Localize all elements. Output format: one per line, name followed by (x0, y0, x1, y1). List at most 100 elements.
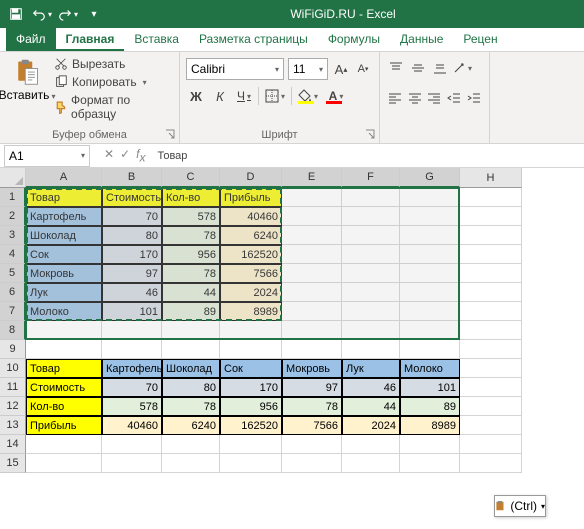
qat-customize-icon[interactable]: ▾ (82, 2, 106, 26)
cell[interactable] (102, 454, 162, 473)
increase-font-icon[interactable]: A▴ (332, 58, 350, 80)
undo-icon[interactable]: ▾ (30, 2, 54, 26)
align-top-icon[interactable] (386, 58, 406, 78)
cell[interactable]: 101 (102, 302, 162, 321)
cell[interactable] (102, 321, 162, 340)
cell[interactable]: 70 (102, 378, 162, 397)
cell[interactable] (460, 188, 522, 207)
copy-button[interactable]: Копировать▾ (52, 74, 173, 90)
cell[interactable] (460, 454, 522, 473)
cell[interactable] (162, 435, 220, 454)
cell[interactable] (282, 188, 342, 207)
cell[interactable] (102, 435, 162, 454)
cell[interactable] (282, 283, 342, 302)
fill-color-button[interactable]: ▾ (296, 86, 320, 106)
cell[interactable] (102, 340, 162, 359)
cell[interactable] (460, 207, 522, 226)
cell[interactable] (342, 264, 400, 283)
cut-button[interactable]: Вырезать (52, 56, 173, 72)
row-header[interactable]: 1 (0, 188, 26, 207)
align-right-icon[interactable] (426, 88, 444, 108)
decrease-indent-icon[interactable] (445, 88, 463, 108)
cell[interactable] (162, 454, 220, 473)
cell[interactable]: Шоколад (162, 359, 220, 378)
row-header[interactable]: 11 (0, 378, 26, 397)
cell[interactable] (282, 264, 342, 283)
cell[interactable]: Молоко (400, 359, 460, 378)
italic-button[interactable]: К (210, 86, 230, 106)
font-color-button[interactable]: A▾ (324, 86, 348, 106)
cells[interactable]: ТоварСтоимостьКол-воПрибыльКартофель7057… (26, 188, 522, 473)
tab-file[interactable]: Файл (6, 28, 56, 51)
col-header[interactable]: B (102, 168, 162, 188)
save-icon[interactable] (4, 2, 28, 26)
cell[interactable]: Шоколад (26, 226, 102, 245)
cell[interactable] (400, 188, 460, 207)
worksheet-grid[interactable]: ABCDEFGH 123456789101112131415 ТоварСтои… (0, 168, 584, 529)
cell[interactable] (282, 435, 342, 454)
cell[interactable] (220, 435, 282, 454)
cell[interactable]: 89 (400, 397, 460, 416)
cell[interactable]: 7566 (282, 416, 342, 435)
format-painter-button[interactable]: Формат по образцу (52, 92, 173, 122)
align-left-icon[interactable] (386, 88, 404, 108)
col-header[interactable]: H (460, 168, 522, 188)
cell[interactable]: Лук (342, 359, 400, 378)
cell[interactable] (400, 302, 460, 321)
cell[interactable] (26, 454, 102, 473)
cell[interactable] (460, 245, 522, 264)
cell[interactable] (460, 416, 522, 435)
row-header[interactable]: 8 (0, 321, 26, 340)
cell[interactable] (342, 340, 400, 359)
cell[interactable]: 8989 (400, 416, 460, 435)
cell[interactable] (460, 340, 522, 359)
select-all-button[interactable] (0, 168, 26, 188)
cell[interactable]: 70 (102, 207, 162, 226)
cell[interactable]: 170 (102, 245, 162, 264)
name-box[interactable]: A1▾ (4, 145, 90, 167)
cell[interactable]: Картофель (102, 359, 162, 378)
row-header[interactable]: 12 (0, 397, 26, 416)
cell[interactable] (342, 245, 400, 264)
cell[interactable] (342, 283, 400, 302)
row-header[interactable]: 14 (0, 435, 26, 454)
cell[interactable]: 80 (102, 226, 162, 245)
cell[interactable]: Мокровь (26, 264, 102, 283)
cell[interactable] (26, 321, 102, 340)
row-header[interactable]: 13 (0, 416, 26, 435)
cancel-icon[interactable]: ✕ (104, 147, 114, 164)
cell[interactable]: Стоимость (102, 188, 162, 207)
row-headers[interactable]: 123456789101112131415 (0, 188, 26, 473)
cell[interactable] (26, 340, 102, 359)
cell[interactable] (400, 226, 460, 245)
cell[interactable] (460, 397, 522, 416)
cell[interactable] (342, 302, 400, 321)
cell[interactable] (342, 435, 400, 454)
cell[interactable]: 170 (220, 378, 282, 397)
cell[interactable] (400, 264, 460, 283)
cell[interactable]: 40460 (220, 207, 282, 226)
cell[interactable]: 162520 (220, 416, 282, 435)
cell[interactable] (460, 264, 522, 283)
cell[interactable]: 44 (162, 283, 220, 302)
cell[interactable]: 2024 (220, 283, 282, 302)
cell[interactable]: 7566 (220, 264, 282, 283)
col-header[interactable]: G (400, 168, 460, 188)
cell[interactable] (282, 454, 342, 473)
tab-review[interactable]: Рецен (453, 28, 507, 51)
redo-icon[interactable]: ▾ (56, 2, 80, 26)
col-header[interactable]: E (282, 168, 342, 188)
cell[interactable] (460, 283, 522, 302)
cell[interactable]: 956 (220, 397, 282, 416)
decrease-font-icon[interactable]: A▾ (354, 58, 372, 80)
row-header[interactable]: 10 (0, 359, 26, 378)
cell[interactable]: Кол-во (162, 188, 220, 207)
tab-data[interactable]: Данные (390, 28, 453, 51)
enter-icon[interactable]: ✓ (120, 147, 130, 164)
cell[interactable]: 97 (282, 378, 342, 397)
cell[interactable]: 78 (282, 397, 342, 416)
cell[interactable] (400, 321, 460, 340)
cell[interactable] (162, 340, 220, 359)
cell[interactable] (460, 226, 522, 245)
cell[interactable]: 44 (342, 397, 400, 416)
